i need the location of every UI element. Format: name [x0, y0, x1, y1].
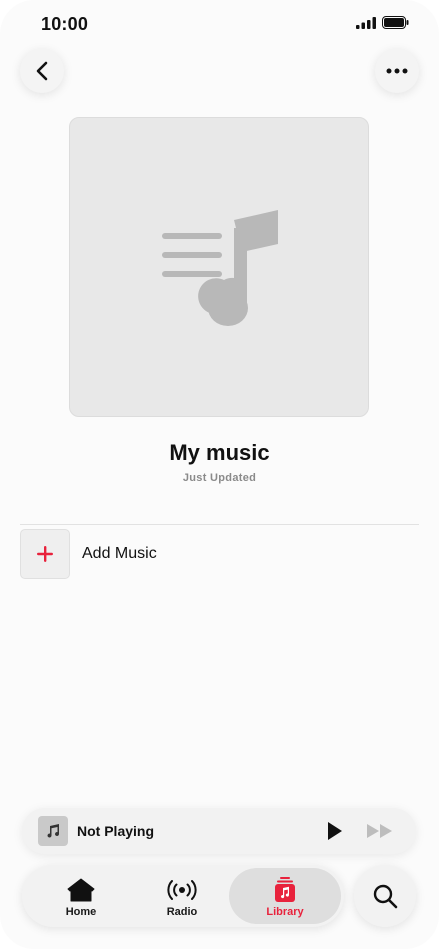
tab-radio[interactable]: Radio — [127, 868, 237, 924]
add-music-label: Add Music — [82, 545, 157, 562]
playlist-subtitle: Just Updated — [182, 472, 257, 484]
more-button[interactable] — [375, 49, 419, 93]
ellipsis-icon — [386, 68, 408, 74]
house-icon — [67, 878, 95, 902]
plus-icon — [37, 546, 53, 562]
playlist-title: My music — [169, 440, 270, 465]
add-music-row[interactable]: Add Music — [20, 529, 320, 579]
playlist-artwork — [69, 117, 369, 417]
library-icon — [275, 877, 295, 902]
app-screen: 10:00 My music Just Updated Add Music No… — [0, 0, 439, 949]
forward-icon[interactable] — [366, 823, 394, 839]
status-time: 10:00 — [41, 14, 89, 34]
mini-player[interactable]: Not Playing — [22, 808, 416, 854]
tab-home[interactable]: Home — [26, 868, 136, 924]
play-icon[interactable] — [326, 821, 344, 841]
divider — [20, 524, 419, 525]
battery-icon — [382, 16, 409, 29]
tab-bar: Home Radio Library — [22, 865, 344, 927]
status-indicators — [356, 16, 409, 29]
add-music-tile[interactable] — [20, 529, 70, 579]
broadcast-icon — [167, 880, 197, 900]
music-note-list-icon — [162, 210, 278, 326]
mini-player-artwork — [38, 816, 68, 846]
tab-library[interactable]: Library — [229, 868, 341, 924]
search-button[interactable] — [354, 865, 416, 927]
music-note-icon — [47, 824, 60, 838]
tab-home-label: Home — [65, 906, 97, 918]
signal-icon — [356, 16, 376, 29]
mini-player-title: Not Playing — [77, 823, 155, 839]
back-button[interactable] — [20, 49, 64, 93]
tab-library-label: Library — [266, 906, 304, 918]
chevron-left-icon — [36, 61, 48, 81]
tab-radio-label: Radio — [166, 906, 198, 918]
search-icon — [373, 884, 398, 909]
